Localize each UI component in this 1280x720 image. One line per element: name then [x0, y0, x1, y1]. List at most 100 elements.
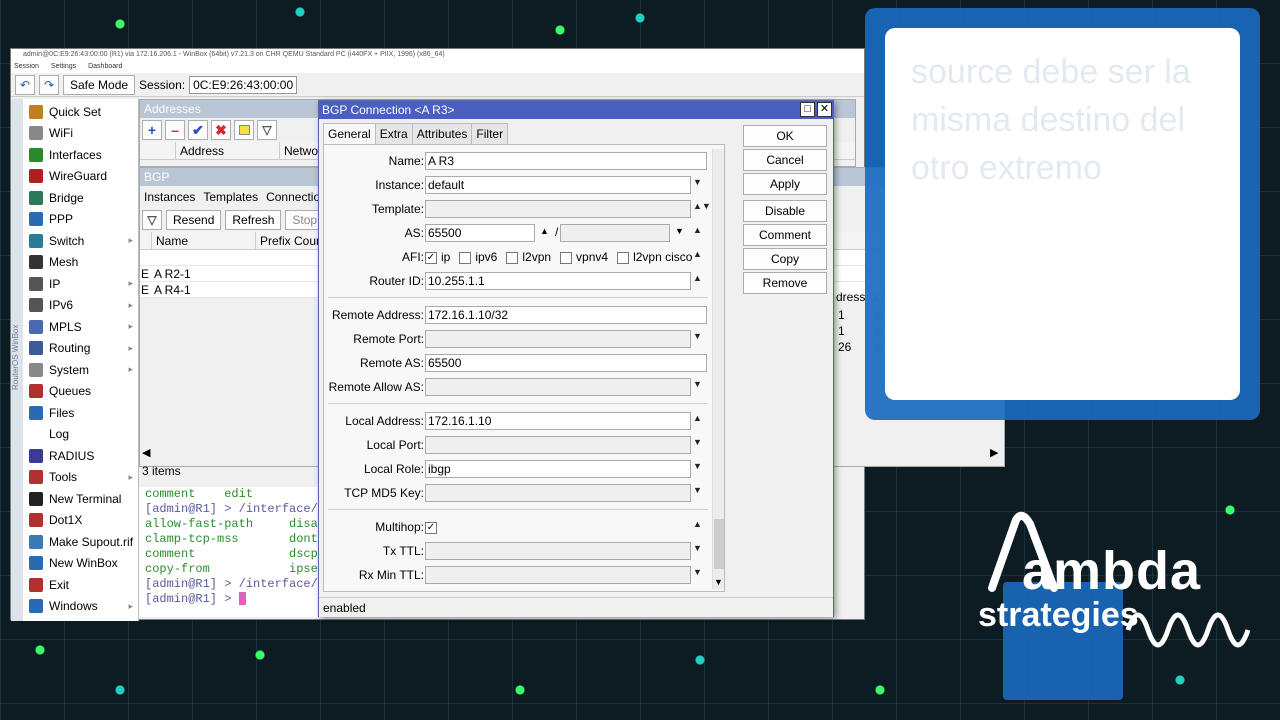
add-button[interactable]: + [142, 120, 162, 140]
sidebar-item-system[interactable]: System ▸ [23, 359, 139, 380]
afi-option-ip[interactable]: ✓ ip [425, 250, 450, 264]
template-updown-icon[interactable]: ▲▼ [693, 201, 711, 211]
sidebar-item-mpls[interactable]: MPLS ▸ [23, 316, 139, 337]
local-role-select[interactable]: ibgp [425, 460, 691, 478]
tab-general[interactable]: General [323, 123, 376, 144]
tx-ttl-input[interactable] [425, 542, 691, 560]
scroll-down-icon[interactable]: ▼ [714, 577, 723, 587]
panel-scrollbar[interactable]: ▼ [712, 149, 724, 589]
tcp-md5-dropdown-icon[interactable]: ▼ [693, 485, 702, 495]
menu-settings[interactable]: Settings [51, 63, 76, 70]
filter-button[interactable]: ▽ [257, 120, 277, 140]
disable-button[interactable]: Disable [743, 200, 827, 222]
multihop-collapse-icon[interactable]: ▲ [693, 519, 702, 529]
menu-session[interactable]: Session [14, 63, 39, 70]
local-address-collapse-icon[interactable]: ▲ [693, 413, 702, 423]
instance-dropdown-icon[interactable]: ▼ [693, 177, 702, 187]
as-dropdown-icon[interactable]: ▼ [675, 226, 684, 236]
name-input[interactable]: A R3 [425, 152, 707, 170]
local-port-dropdown-icon[interactable]: ▼ [693, 437, 702, 447]
scroll-left-arrow[interactable]: ◀ [140, 446, 320, 464]
sidebar-item-files[interactable]: Files [23, 402, 139, 423]
remove-button[interactable]: – [165, 120, 185, 140]
as-secondary-input[interactable] [560, 224, 670, 242]
undo-button[interactable]: ↶ [15, 74, 35, 95]
sidebar-item-windows[interactable]: Windows ▸ [23, 596, 139, 617]
scrollbar-thumb[interactable] [714, 519, 724, 569]
local-role-dropdown-icon[interactable]: ▼ [693, 461, 702, 471]
remove-button[interactable]: Remove [743, 272, 827, 294]
col-network[interactable]: Netwo [280, 142, 320, 159]
remote-port-dropdown-icon[interactable]: ▼ [693, 331, 702, 341]
sidebar-item-tools[interactable]: Tools ▸ [23, 467, 139, 488]
tab-instances[interactable]: Instances [144, 190, 195, 204]
sidebar-item-wifi[interactable]: WiFi [23, 123, 139, 144]
sidebar-item-ip[interactable]: IP ▸ [23, 273, 139, 294]
as-input[interactable]: 65500 [425, 224, 535, 242]
sidebar-item-bridge[interactable]: Bridge [23, 187, 139, 208]
tab-filter[interactable]: Filter [471, 123, 509, 144]
disable-button[interactable]: ✖ [211, 120, 231, 140]
sidebar-item-dot1x[interactable]: Dot1X [23, 510, 139, 531]
tab-extra[interactable]: Extra [374, 123, 413, 144]
template-select[interactable] [425, 200, 691, 218]
sidebar-item-queues[interactable]: Queues [23, 381, 139, 402]
apply-button[interactable]: Apply [743, 173, 827, 195]
sidebar-item-routing[interactable]: Routing ▸ [23, 338, 139, 359]
maximize-button[interactable]: □ [800, 102, 815, 117]
comment-button[interactable]: Comment [743, 224, 827, 246]
tab-templates[interactable]: Templates [203, 190, 258, 204]
sidebar-item-mesh[interactable]: Mesh [23, 252, 139, 273]
afi-option-l2vpn-cisco[interactable]: l2vpn cisco [617, 250, 692, 264]
bgp-filter-button[interactable]: ▽ [142, 210, 162, 230]
router-id-input[interactable]: 10.255.1.1 [425, 272, 691, 290]
multihop-checkbox[interactable]: ✓ [425, 520, 441, 534]
tcp-md5-input[interactable] [425, 484, 691, 502]
safe-mode-button[interactable]: Safe Mode [63, 74, 136, 95]
remote-as-input[interactable]: 65500 [425, 354, 707, 372]
sidebar-item-log[interactable]: Log [23, 424, 139, 445]
tx-ttl-dropdown-icon[interactable]: ▼ [693, 543, 702, 553]
ok-button[interactable]: OK [743, 125, 827, 147]
refresh-button[interactable]: Refresh [225, 210, 282, 230]
afi-collapse-icon[interactable]: ▲ [693, 249, 702, 259]
remote-port-input[interactable] [425, 330, 691, 348]
resend-button[interactable]: Resend [166, 210, 222, 230]
as-collapse-icon[interactable]: ▲ [693, 225, 702, 235]
remote-allow-as-dropdown-icon[interactable]: ▼ [693, 379, 702, 389]
afi-option-ipv6[interactable]: ipv6 [459, 250, 497, 264]
comment-button[interactable] [234, 120, 254, 140]
sidebar-item-radius[interactable]: RADIUS [23, 445, 139, 466]
rx-min-ttl-dropdown-icon[interactable]: ▼ [693, 567, 702, 577]
col-prefix-count[interactable]: Prefix Coun [256, 232, 320, 249]
instance-select[interactable]: default [425, 176, 691, 194]
col-name[interactable]: Name [152, 232, 256, 249]
scroll-right-arrow[interactable]: ▶ [990, 446, 998, 459]
tab-attributes[interactable]: Attributes [411, 123, 473, 144]
sidebar-item-quick-set[interactable]: Quick Set [23, 101, 139, 122]
remote-allow-as-input[interactable] [425, 378, 691, 396]
rx-min-ttl-input[interactable] [425, 566, 691, 584]
col-address[interactable]: Address [176, 142, 280, 159]
menu-dashboard[interactable]: Dashboard [88, 63, 122, 70]
sidebar-item-interfaces[interactable]: Interfaces [23, 144, 139, 165]
copy-button[interactable]: Copy [743, 248, 827, 270]
close-button[interactable]: ✕ [817, 102, 832, 117]
sidebar-item-switch[interactable]: Switch ▸ [23, 230, 139, 251]
terminal-window[interactable]: comment edit [admin@R1] > /interface/allo… [139, 487, 319, 617]
sidebar-item-ipv6[interactable]: IPv6 ▸ [23, 295, 139, 316]
remote-address-input[interactable]: 172.16.1.10/32 [425, 306, 707, 324]
sidebar-item-make-supout-rif[interactable]: Make Supout.rif [23, 531, 139, 552]
cancel-button[interactable]: Cancel [743, 149, 827, 171]
enable-button[interactable]: ✔ [188, 120, 208, 140]
sidebar-item-wireguard[interactable]: WireGuard [23, 166, 139, 187]
afi-option-vpnv4[interactable]: vpnv4 [560, 250, 608, 264]
local-port-input[interactable] [425, 436, 691, 454]
router-id-collapse-icon[interactable]: ▲ [693, 273, 702, 283]
sidebar-item-new-winbox[interactable]: New WinBox [23, 553, 139, 574]
local-address-input[interactable]: 172.16.1.10 [425, 412, 691, 430]
sidebar-item-ppp[interactable]: PPP [23, 209, 139, 230]
afi-option-l2vpn[interactable]: l2vpn [506, 250, 551, 264]
as-up-icon[interactable]: ▲ [540, 226, 549, 236]
sidebar-item-new-terminal[interactable]: New Terminal [23, 488, 139, 509]
